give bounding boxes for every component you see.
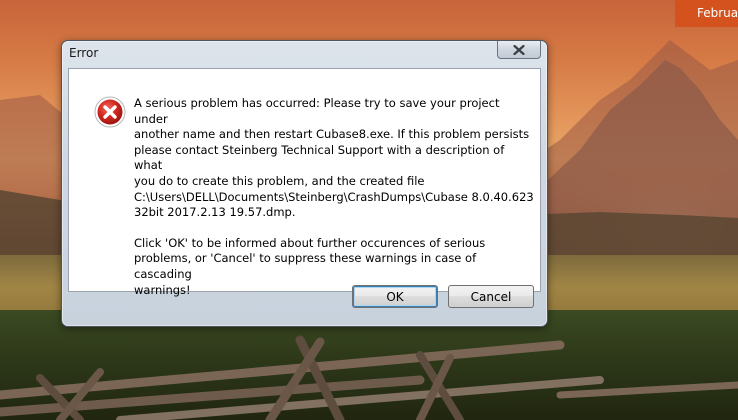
message-paragraph-1: A serious problem has occurred: Please t…	[134, 96, 534, 220]
dialog-client-area: A serious problem has occurred: Please t…	[68, 68, 541, 297]
dialog-title: Error	[69, 46, 99, 60]
error-message: A serious problem has occurred: Please t…	[134, 96, 534, 298]
error-icon	[94, 96, 126, 128]
cancel-button[interactable]: Cancel	[448, 285, 534, 308]
taskbar-date-flyout[interactable]: Februa	[675, 0, 738, 27]
error-dialog: Error A serious problem has occurred: Pl…	[61, 40, 548, 327]
dialog-button-row: OK Cancel	[68, 285, 541, 320]
close-button[interactable]	[497, 41, 541, 59]
ok-button[interactable]: OK	[352, 285, 438, 308]
close-icon	[513, 44, 525, 55]
date-text: Februa	[697, 6, 738, 20]
